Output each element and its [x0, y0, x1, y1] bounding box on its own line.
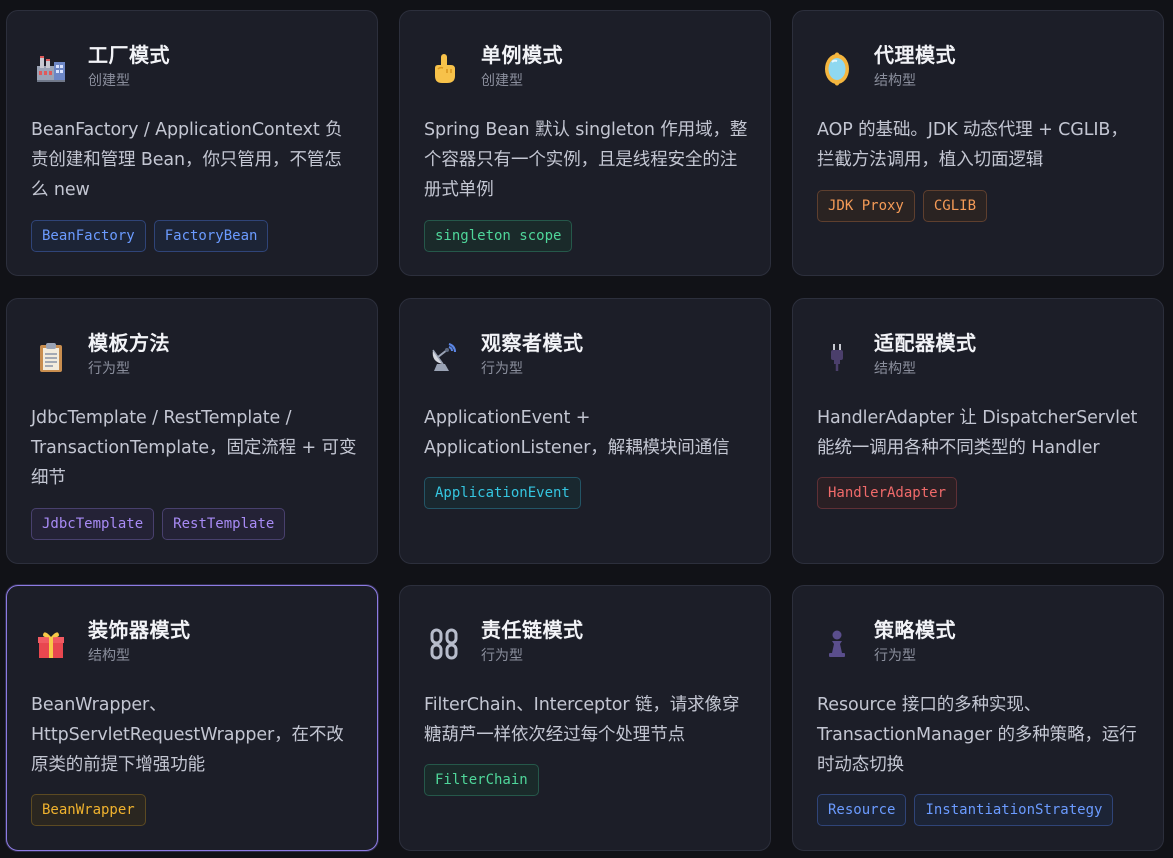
tag-handleradapter[interactable]: HandlerAdapter [817, 477, 958, 509]
card-category: 创建型 [88, 73, 130, 89]
tag-beanwrapper[interactable]: BeanWrapper [31, 794, 146, 826]
card-category: 行为型 [88, 361, 130, 377]
tag-resource[interactable]: Resource [817, 794, 907, 826]
card-description: AOP 的基础。JDK 动态代理 + CGLIB，拦截方法调用，植入切面逻辑 [817, 120, 1128, 170]
card-description: FilterChain、Interceptor 链，请求像穿糖葫芦一样依次经过每… [424, 695, 740, 745]
tag-jdk-proxy[interactable]: JDK Proxy [817, 190, 915, 222]
card-title: 单例模式 [481, 43, 563, 67]
card-adapter[interactable]: 适配器模式 结构型 HandlerAdapter 让 DispatcherSer… [792, 298, 1164, 564]
card-title: 适配器模式 [874, 331, 977, 355]
card-category: 结构型 [88, 648, 130, 664]
card-category: 行为型 [874, 648, 916, 664]
card-strategy[interactable]: 策略模式 行为型 Resource 接口的多种实现、TransactionMan… [792, 585, 1164, 851]
chain-icon [424, 624, 464, 664]
card-template-method[interactable]: 模板方法 行为型 JdbcTemplate / RestTemplate / T… [6, 298, 378, 564]
tag-applicationevent[interactable]: ApplicationEvent [424, 477, 581, 509]
chess-pawn-icon [817, 624, 857, 664]
tag-cglib[interactable]: CGLIB [922, 190, 988, 222]
tag-list: JdbcTemplate RestTemplate [31, 508, 286, 540]
card-description: BeanFactory / ApplicationContext 负责创建和管理… [31, 120, 343, 200]
tag-filterchain[interactable]: FilterChain [424, 764, 539, 796]
card-category: 结构型 [874, 361, 916, 377]
card-title: 装饰器模式 [88, 618, 191, 642]
tag-singleton-scope[interactable]: singleton scope [424, 220, 573, 252]
tag-list: Resource InstantiationStrategy [817, 794, 1114, 826]
card-title: 工厂模式 [88, 43, 170, 67]
tag-instantiationstrategy[interactable]: InstantiationStrategy [914, 794, 1114, 826]
card-title: 模板方法 [88, 331, 170, 355]
card-observer[interactable]: 观察者模式 行为型 ApplicationEvent + Application… [399, 298, 771, 564]
tag-resttemplate[interactable]: RestTemplate [162, 508, 286, 540]
card-category: 行为型 [481, 361, 523, 377]
mirror-icon [817, 49, 857, 89]
tag-list: BeanFactory FactoryBean [31, 220, 269, 252]
gift-icon [31, 624, 71, 664]
tag-list: JDK Proxy CGLIB [817, 190, 988, 222]
card-description: HandlerAdapter 让 DispatcherServlet 能统一调用… [817, 408, 1138, 458]
card-decorator[interactable]: 装饰器模式 结构型 BeanWrapper、HttpServletRequest… [6, 585, 378, 851]
tag-list: HandlerAdapter [817, 477, 958, 509]
tag-jdbctemplate[interactable]: JdbcTemplate [31, 508, 155, 540]
card-description: ApplicationEvent + ApplicationListener，解… [424, 408, 730, 458]
tag-list: ApplicationEvent [424, 477, 581, 509]
design-pattern-grid: 工厂模式 创建型 BeanFactory / ApplicationContex… [0, 0, 1173, 858]
tag-list: BeanWrapper [31, 794, 146, 826]
clipboard-icon [31, 337, 71, 377]
card-description: JdbcTemplate / RestTemplate / Transactio… [31, 408, 357, 488]
card-title: 观察者模式 [481, 331, 584, 355]
tag-factorybean[interactable]: FactoryBean [153, 220, 269, 252]
card-category: 创建型 [481, 73, 523, 89]
card-description: BeanWrapper、HttpServletRequestWrapper，在不… [31, 695, 344, 775]
card-title: 代理模式 [874, 43, 956, 67]
card-title: 责任链模式 [481, 618, 584, 642]
satellite-dish-icon [424, 337, 464, 377]
tag-beanfactory[interactable]: BeanFactory [31, 220, 146, 252]
factory-icon [31, 49, 71, 89]
card-proxy[interactable]: 代理模式 结构型 AOP 的基础。JDK 动态代理 + CGLIB，拦截方法调用… [792, 10, 1164, 276]
tag-list: FilterChain [424, 764, 539, 796]
card-category: 结构型 [874, 73, 916, 89]
card-title: 策略模式 [874, 618, 956, 642]
plug-icon [817, 337, 857, 377]
card-description: Resource 接口的多种实现、TransactionManager 的多种策… [817, 695, 1137, 775]
pointing-finger-icon [424, 49, 464, 89]
card-chain-of-responsibility[interactable]: 责任链模式 行为型 FilterChain、Interceptor 链，请求像穿… [399, 585, 771, 851]
card-category: 行为型 [481, 648, 523, 664]
card-factory[interactable]: 工厂模式 创建型 BeanFactory / ApplicationContex… [6, 10, 378, 276]
tag-list: singleton scope [424, 220, 573, 252]
card-description: Spring Bean 默认 singleton 作用域，整个容器只有一个实例，… [424, 120, 748, 200]
card-singleton[interactable]: 单例模式 创建型 Spring Bean 默认 singleton 作用域，整个… [399, 10, 771, 276]
